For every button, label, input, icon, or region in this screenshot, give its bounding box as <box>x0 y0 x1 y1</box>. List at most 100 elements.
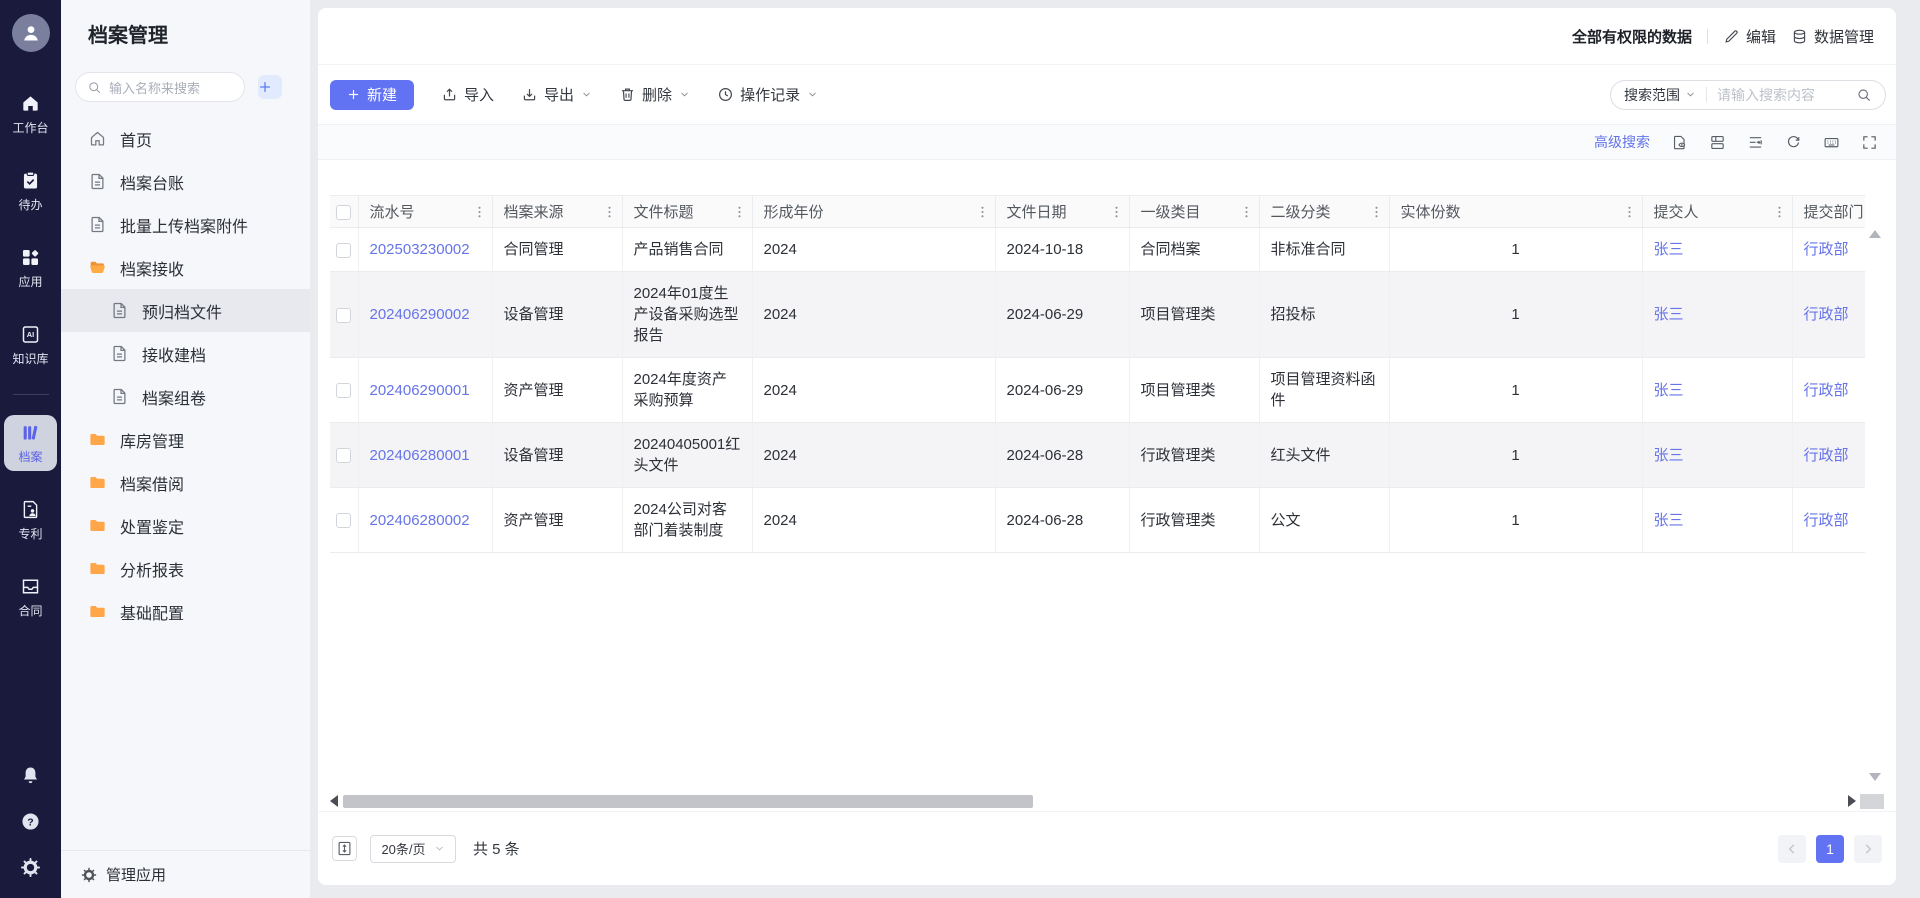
page-size-select[interactable]: 20条/页 <box>370 835 456 863</box>
operation-log-button[interactable]: 操作记录 <box>717 84 818 105</box>
department-link[interactable]: 行政部 <box>1804 512 1849 529</box>
row-checkbox[interactable] <box>336 448 351 463</box>
serial-link[interactable]: 202406290001 <box>370 382 470 399</box>
edit-button[interactable]: 编辑 <box>1723 26 1776 47</box>
row-checkbox[interactable] <box>336 308 351 323</box>
rail-item-knowledge[interactable]: AI知识库 <box>4 317 57 373</box>
scroll-right-icon[interactable] <box>1848 795 1856 807</box>
submitter-link[interactable]: 张三 <box>1654 512 1684 529</box>
sidebar-item-3[interactable]: 档案接收 <box>61 246 310 289</box>
preview-doc-icon[interactable] <box>1671 134 1688 151</box>
table-row: 202503230002合同管理产品销售合同20242024-10-18合同档案… <box>330 228 1865 272</box>
column-menu-icon[interactable] <box>602 204 617 219</box>
submitter-link[interactable]: 张三 <box>1654 241 1684 258</box>
sidebar-search-input[interactable]: 输入名称来搜索 <box>75 72 245 102</box>
sidebar-item-label: 处置鉴定 <box>120 514 184 538</box>
row-height-setting-icon[interactable] <box>332 836 357 861</box>
new-button[interactable]: 新建 <box>330 80 414 110</box>
sidebar-item-7[interactable]: 库房管理 <box>61 418 310 461</box>
column-header-7[interactable]: 实体份数 <box>1389 196 1642 228</box>
settings-gear-icon[interactable] <box>20 857 41 878</box>
sidebar-item-6[interactable]: 档案组卷 <box>61 375 310 418</box>
column-menu-icon[interactable] <box>975 204 990 219</box>
submitter-link[interactable]: 张三 <box>1654 382 1684 399</box>
row-checkbox[interactable] <box>336 243 351 258</box>
delete-button[interactable]: 删除 <box>619 84 690 105</box>
serial-link[interactable]: 202406280002 <box>370 512 470 529</box>
column-header-0[interactable]: 流水号 <box>358 196 492 228</box>
patent-doc-icon <box>20 499 41 520</box>
data-manage-button[interactable]: 数据管理 <box>1791 26 1874 47</box>
rail-item-workbench[interactable]: 工作台 <box>4 86 57 142</box>
export-button[interactable]: 导出 <box>521 84 592 105</box>
sidebar-item-0[interactable]: 首页 <box>61 117 310 160</box>
row-height-icon[interactable] <box>1747 134 1764 151</box>
search-input[interactable]: 请输入搜索内容 <box>1717 85 1856 105</box>
column-menu-icon[interactable] <box>1369 204 1384 219</box>
rail-item-archive[interactable]: 档案 <box>4 415 57 471</box>
column-menu-icon[interactable] <box>472 204 487 219</box>
column-header-1[interactable]: 档案来源 <box>492 196 622 228</box>
rail-item-patent[interactable]: 专利 <box>4 492 57 548</box>
import-button[interactable]: 导入 <box>441 84 494 105</box>
submitter-link[interactable]: 张三 <box>1654 306 1684 323</box>
prev-page-button[interactable] <box>1778 835 1806 863</box>
notification-bell-icon[interactable] <box>20 765 41 786</box>
sidebar-item-10[interactable]: 分析报表 <box>61 547 310 590</box>
fullscreen-icon[interactable] <box>1861 134 1878 151</box>
sidebar-item-1[interactable]: 档案台账 <box>61 160 310 203</box>
column-menu-icon[interactable] <box>732 204 747 219</box>
column-header-5[interactable]: 一级类目 <box>1129 196 1259 228</box>
row-checkbox[interactable] <box>336 513 351 528</box>
scrollbar-track[interactable] <box>343 794 1843 809</box>
scroll-left-icon[interactable] <box>330 795 338 807</box>
serial-link[interactable]: 202503230002 <box>370 241 470 258</box>
refresh-icon[interactable] <box>1785 134 1802 151</box>
column-header-4[interactable]: 文件日期 <box>995 196 1129 228</box>
serial-link[interactable]: 202406280001 <box>370 447 470 464</box>
column-header-3[interactable]: 形成年份 <box>752 196 995 228</box>
column-header-6[interactable]: 二级分类 <box>1259 196 1389 228</box>
avatar[interactable] <box>12 14 50 52</box>
vertical-scrollbar[interactable] <box>1867 230 1882 781</box>
add-button[interactable] <box>258 75 282 99</box>
advanced-search-link[interactable]: 高级搜索 <box>1594 132 1650 152</box>
rail-item-todo[interactable]: 待办 <box>4 163 57 219</box>
submitter-link[interactable]: 张三 <box>1654 447 1684 464</box>
sidebar-item-8[interactable]: 档案借阅 <box>61 461 310 504</box>
column-menu-icon[interactable] <box>1622 204 1637 219</box>
sidebar-item-5[interactable]: 接收建档 <box>61 332 310 375</box>
horizontal-scrollbar <box>330 791 1884 811</box>
sidebar-item-4[interactable]: 预归档文件 <box>61 289 310 332</box>
department-link[interactable]: 行政部 <box>1804 447 1849 464</box>
department-link[interactable]: 行政部 <box>1804 306 1849 323</box>
help-icon[interactable]: ? <box>20 811 41 832</box>
search-scope-select[interactable]: 搜索范围 <box>1624 85 1696 105</box>
current-page-button[interactable]: 1 <box>1816 835 1844 863</box>
scroll-down-icon[interactable] <box>1869 773 1881 781</box>
rail-item-contract[interactable]: 合同 <box>4 569 57 625</box>
column-header-2[interactable]: 文件标题 <box>622 196 752 228</box>
search-icon[interactable] <box>1856 87 1872 103</box>
column-menu-icon[interactable] <box>1109 204 1124 219</box>
column-header-9[interactable]: 提交部门 <box>1792 196 1865 228</box>
keyboard-icon[interactable] <box>1823 134 1840 151</box>
sidebar-item-9[interactable]: 处置鉴定 <box>61 504 310 547</box>
scrollbar-thumb[interactable] <box>343 795 1033 808</box>
column-menu-icon[interactable] <box>1772 204 1787 219</box>
next-page-button[interactable] <box>1854 835 1882 863</box>
column-header-8[interactable]: 提交人 <box>1642 196 1792 228</box>
department-link[interactable]: 行政部 <box>1804 241 1849 258</box>
select-all-checkbox[interactable] <box>336 205 351 220</box>
sidebar-item-2[interactable]: 批量上传档案附件 <box>61 203 310 246</box>
row-checkbox[interactable] <box>336 383 351 398</box>
scroll-up-icon[interactable] <box>1869 230 1881 238</box>
field-config-icon[interactable] <box>1709 134 1726 151</box>
manage-apps-button[interactable]: 管理应用 <box>61 850 310 898</box>
department-link[interactable]: 行政部 <box>1804 382 1849 399</box>
column-menu-icon[interactable] <box>1239 204 1254 219</box>
serial-link[interactable]: 202406290002 <box>370 306 470 323</box>
rail-item-apps[interactable]: 应用 <box>4 240 57 296</box>
sidebar-item-11[interactable]: 基础配置 <box>61 590 310 633</box>
column-label: 形成年份 <box>764 204 824 221</box>
